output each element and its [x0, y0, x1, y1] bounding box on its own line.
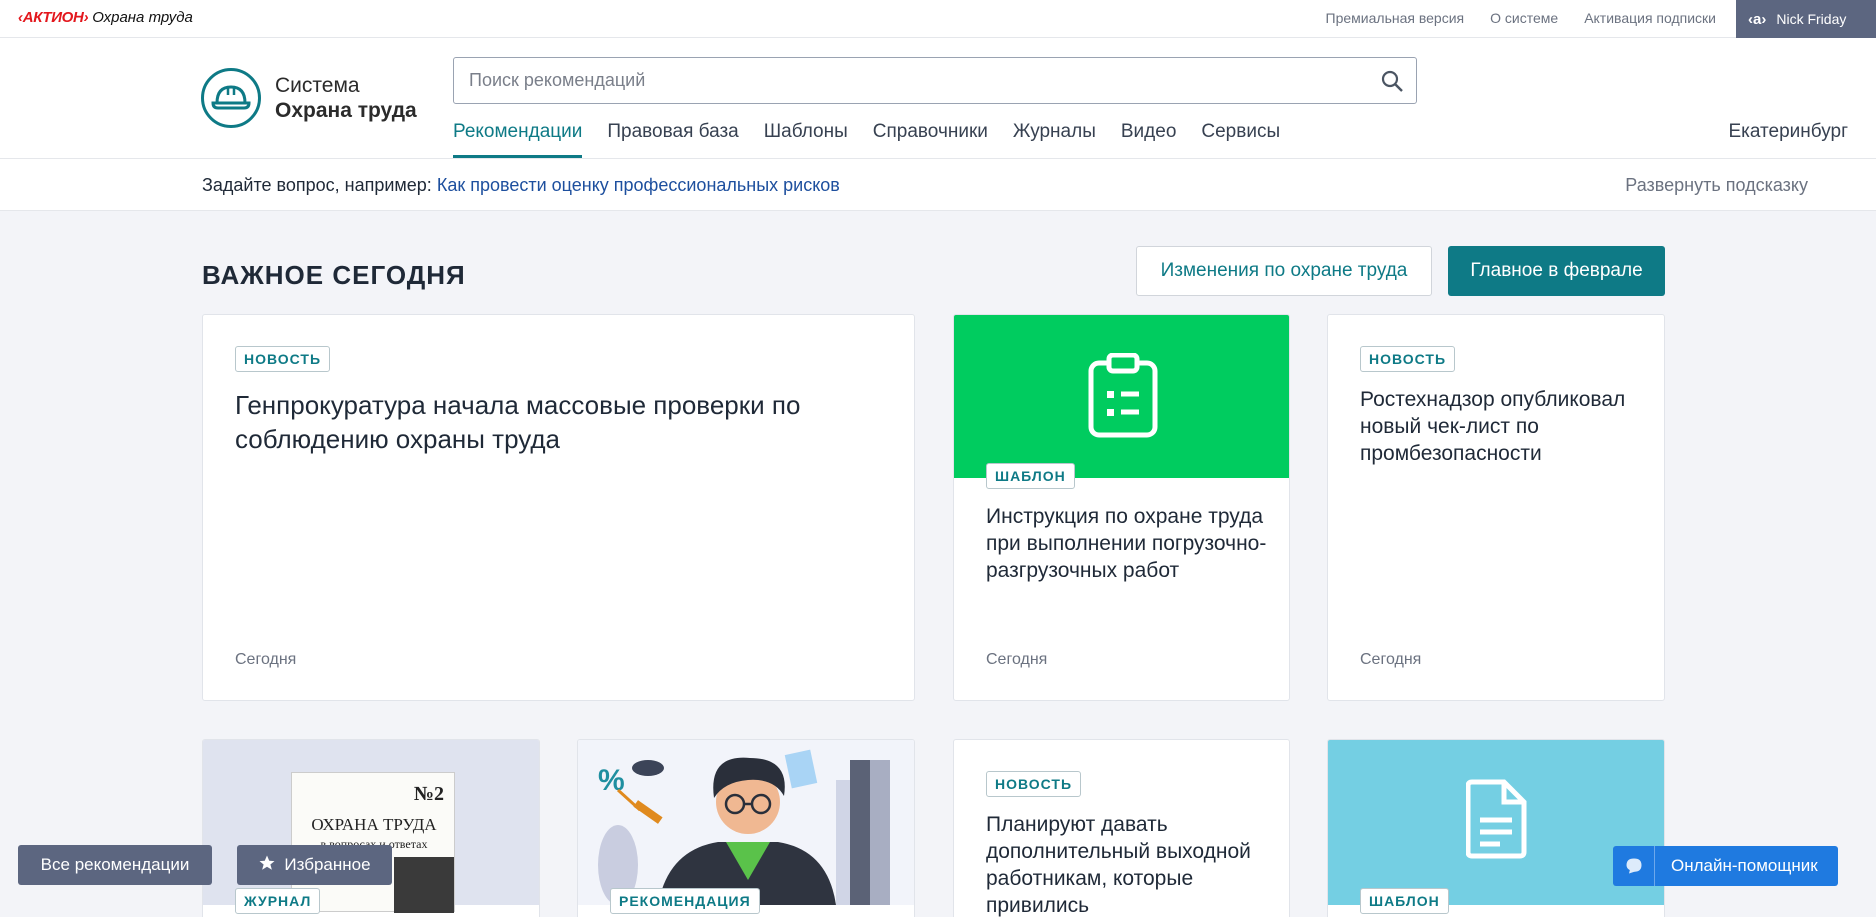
search-icon[interactable] — [1380, 69, 1404, 98]
aktion-brand: ‹АКТИОН› — [18, 9, 89, 26]
favorites-button[interactable]: Избранное — [237, 845, 392, 885]
template-card[interactable]: ШАБЛОН Инструкция по охране труда при вы… — [953, 314, 1290, 701]
section-title: ВАЖНОЕ СЕГОДНЯ — [202, 260, 466, 290]
logo-line1: Система — [275, 74, 360, 97]
chat-icon — [1613, 846, 1655, 886]
logo-text: Система Охрана труда — [275, 73, 417, 123]
journal-number: №2 — [413, 783, 444, 805]
tab-templates[interactable]: Шаблоны — [764, 121, 848, 158]
all-recommendations-button[interactable]: Все рекомендации — [18, 845, 212, 885]
news-card[interactable]: НОВОСТЬ Ростехнадзор опубликовал новый ч… — [1327, 314, 1665, 701]
tab-references[interactable]: Справочники — [873, 121, 988, 158]
hint-question: Задайте вопрос, например: Как провести о… — [202, 175, 840, 196]
card-thumbnail — [954, 315, 1289, 478]
search-box — [453, 57, 1417, 104]
expand-hint-link[interactable]: Развернуть подсказку — [1625, 175, 1808, 196]
tab-legal-base[interactable]: Правовая база — [607, 121, 738, 158]
card-title: Ростехнадзор опубликовал новый чек-лист … — [1360, 388, 1626, 465]
brand-mini-logo[interactable]: ‹АКТИОН› Охрана труда — [18, 9, 193, 26]
card-date: Сегодня — [235, 651, 297, 668]
top-links: Премиальная версия О системе Активация п… — [1326, 10, 1716, 26]
card-date: Сегодня — [1360, 651, 1422, 668]
card-title: Генпрокуратура начала массовые проверки … — [235, 390, 801, 454]
card-badge: НОВОСТЬ — [235, 346, 331, 372]
hint-prefix: Задайте вопрос, например: — [202, 175, 432, 195]
main-nav: Рекомендации Правовая база Шаблоны Справ… — [453, 121, 1280, 158]
all-recommendations-label: Все рекомендации — [40, 855, 190, 874]
card-badge: НОВОСТЬ — [1360, 346, 1456, 372]
product-name: Охрана труда — [92, 9, 193, 26]
user-name: Nick Friday — [1776, 11, 1847, 27]
news-card[interactable]: НОВОСТЬ Планируют давать дополнительный … — [953, 739, 1290, 917]
search-input[interactable] — [454, 58, 1354, 103]
template-card[interactable]: ШАБЛОН — [1327, 739, 1665, 917]
site-logo[interactable]: Система Охрана труда — [201, 68, 417, 128]
top-bar: ‹АКТИОН› Охрана труда Премиальная версия… — [0, 0, 1876, 38]
city-selector[interactable]: Екатеринбург — [1728, 121, 1848, 143]
hint-example-link[interactable]: Как провести оценку профессиональных рис… — [437, 175, 840, 195]
journal-card[interactable]: №2 ОХРАНА ТРУДА в вопросах и ответах ЖУР… — [202, 739, 540, 917]
online-assistant-button[interactable]: Онлайн-помощник — [1613, 846, 1838, 886]
changes-button[interactable]: Изменения по охране труда — [1136, 246, 1432, 296]
card-badge: ШАБЛОН — [986, 463, 1075, 489]
user-menu[interactable]: ‹a› Nick Friday — [1736, 0, 1876, 38]
main-in-february-button[interactable]: Главное в феврале — [1448, 246, 1665, 296]
journal-title: ОХРАНА ТРУДА — [311, 815, 437, 834]
premium-link[interactable]: Премиальная версия — [1326, 10, 1465, 26]
person-thinking-illustration: % — [598, 749, 890, 905]
tab-journals[interactable]: Журналы — [1013, 121, 1096, 158]
card-badge: РЕКОМЕНДАЦИЯ — [610, 888, 760, 914]
card-badge: ЖУРНАЛ — [235, 888, 321, 914]
hint-bar: Задайте вопрос, например: Как провести о… — [0, 159, 1876, 211]
activate-subscription-link[interactable]: Активация подписки — [1584, 10, 1716, 26]
news-card[interactable]: НОВОСТЬ Генпрокуратура начала массовые п… — [202, 314, 915, 701]
document-icon — [1466, 779, 1527, 859]
card-title: Планируют давать дополнительный выходной… — [986, 813, 1251, 917]
header: Система Охрана труда Рекомендации Правов… — [0, 38, 1876, 159]
helmet-icon — [201, 68, 261, 128]
card-badge: НОВОСТЬ — [986, 771, 1082, 797]
tab-video[interactable]: Видео — [1121, 121, 1177, 158]
favorites-label: Избранное — [284, 855, 371, 874]
recommendation-card[interactable]: % РЕКОМЕНДАЦИЯ — [577, 739, 915, 917]
journal-cover-photo — [394, 857, 454, 913]
assistant-label: Онлайн-помощник — [1671, 856, 1818, 875]
star-icon — [258, 854, 276, 877]
card-date: Сегодня — [986, 651, 1048, 668]
logo-line2: Охрана труда — [275, 99, 417, 122]
card-badge: ШАБЛОН — [1360, 888, 1449, 914]
clipboard-icon — [1088, 353, 1158, 438]
aktion-user-icon: ‹a› — [1748, 10, 1767, 28]
card-title: Инструкция по охране труда при выполнени… — [986, 505, 1267, 582]
card-thumbnail: % — [578, 740, 914, 905]
tab-services[interactable]: Сервисы — [1201, 121, 1280, 158]
tab-recommendations[interactable]: Рекомендации — [453, 121, 583, 158]
about-link[interactable]: О системе — [1490, 10, 1558, 26]
